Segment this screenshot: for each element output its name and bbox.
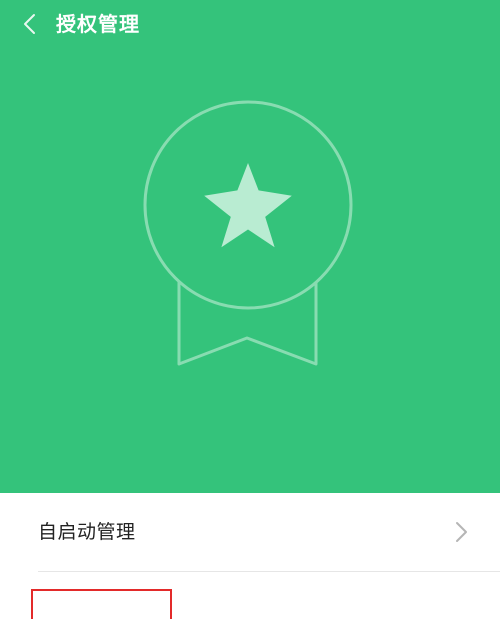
settings-list: 自启动管理 [0,493,500,599]
list-item-autostart-management[interactable]: 自启动管理 [0,493,500,571]
highlight-box [31,589,172,619]
header-banner: 授权管理 [0,0,500,493]
star-icon [204,163,292,248]
chevron-right-icon [456,522,467,542]
award-badge-icon [143,100,353,366]
list-item-label: 自启动管理 [38,521,136,543]
divider [38,571,500,572]
